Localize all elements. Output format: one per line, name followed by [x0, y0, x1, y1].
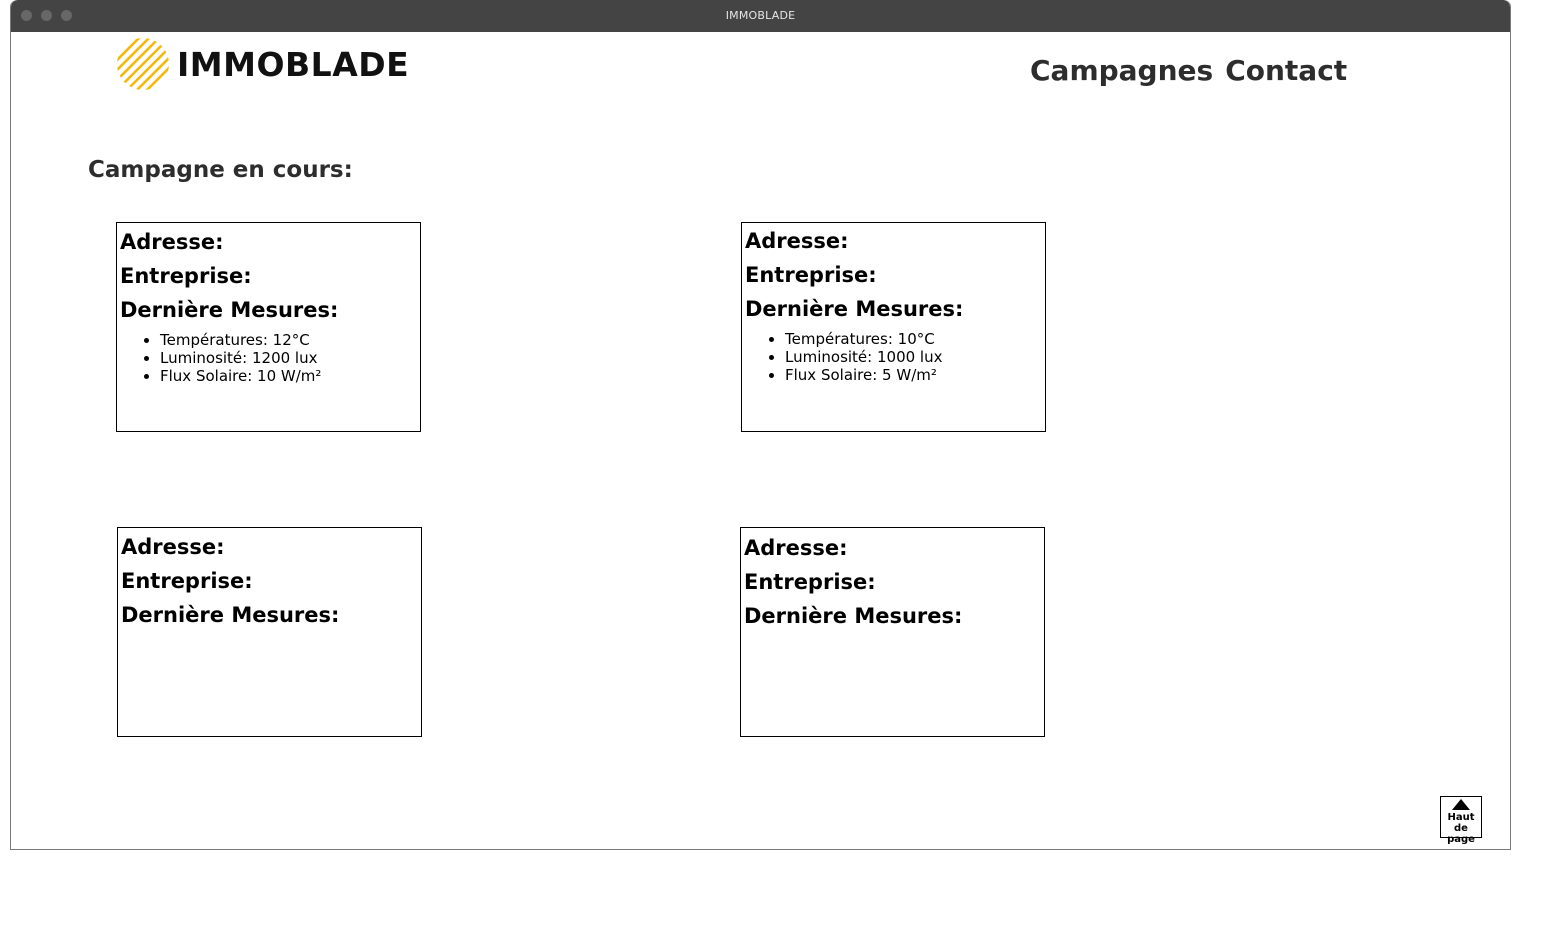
measure-luminosity: Luminosité: 1000 lux	[785, 348, 1042, 366]
address-label: Adresse:	[745, 229, 849, 253]
back-to-top-button[interactable]: Haut de page	[1440, 796, 1482, 845]
nav-link-contact[interactable]: Contact	[1225, 54, 1347, 87]
measures-label: Dernière Mesures:	[121, 603, 340, 627]
main-navigation: Campagnes Contact	[1030, 54, 1347, 87]
nav-link-campagnes[interactable]: Campagnes	[1030, 54, 1213, 87]
campaign-card: Adresse: Entreprise: Dernière Mesures: T…	[741, 222, 1046, 432]
measures-label: Dernière Mesures:	[744, 604, 963, 628]
measures-list: Températures: 10°C Luminosité: 1000 lux …	[745, 330, 1042, 384]
window-titlebar: IMMOBLADE	[11, 0, 1510, 32]
address-label: Adresse:	[120, 230, 224, 254]
browser-window: IMMOBLADE IMMOBLADE Campagnes Contact Ca…	[10, 0, 1511, 850]
campaign-card: Adresse: Entreprise: Dernière Mesures: T…	[116, 222, 421, 432]
measure-temperature: Températures: 10°C	[785, 330, 1042, 348]
measures-label: Dernière Mesures:	[745, 297, 964, 321]
measures-list: Températures: 12°C Luminosité: 1200 lux …	[120, 331, 417, 385]
measure-solar-flux: Flux Solaire: 10 W/m²	[160, 367, 417, 385]
company-label: Entreprise:	[745, 263, 877, 287]
address-label: Adresse:	[121, 535, 225, 559]
company-label: Entreprise:	[744, 570, 876, 594]
triangle-up-icon	[1452, 799, 1470, 810]
measures-label: Dernière Mesures:	[120, 298, 339, 322]
measure-temperature: Températures: 12°C	[160, 331, 417, 349]
logo-text: IMMOBLADE	[177, 44, 410, 84]
address-label: Adresse:	[744, 536, 848, 560]
back-to-top-label: Haut de page	[1447, 812, 1475, 845]
logo-mark-icon	[117, 38, 169, 90]
section-title: Campagne en cours:	[88, 157, 353, 183]
campaign-card: Adresse: Entreprise: Dernière Mesures:	[117, 527, 422, 737]
campaign-card: Adresse: Entreprise: Dernière Mesures:	[740, 527, 1045, 737]
measure-luminosity: Luminosité: 1200 lux	[160, 349, 417, 367]
site-logo[interactable]: IMMOBLADE	[115, 36, 409, 92]
company-label: Entreprise:	[121, 569, 253, 593]
measure-solar-flux: Flux Solaire: 5 W/m²	[785, 366, 1042, 384]
window-title: IMMOBLADE	[725, 9, 796, 22]
company-label: Entreprise:	[120, 264, 252, 288]
